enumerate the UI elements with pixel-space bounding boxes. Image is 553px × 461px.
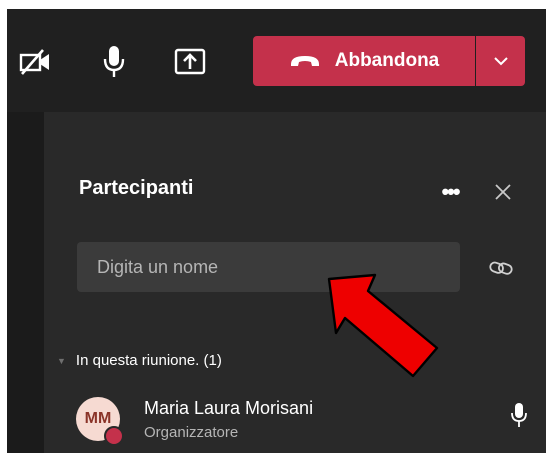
section-label: In questa riunione. (1): [75, 352, 222, 369]
microphone-toggle-button[interactable]: [99, 42, 129, 82]
copy-link-button[interactable]: [488, 257, 514, 279]
participant-row[interactable]: MM Maria Laura Morisani Organizzatore: [76, 394, 546, 450]
microphone-icon: [511, 403, 527, 427]
teams-meeting-window: Abbandona Partecipanti ••• ▼ In qu: [7, 9, 546, 453]
share-screen-button[interactable]: [172, 46, 208, 78]
leave-options-button[interactable]: [476, 36, 525, 86]
share-screen-icon: [174, 48, 206, 75]
camera-off-icon: [19, 49, 49, 75]
participant-mic-indicator: [510, 402, 528, 433]
more-options-button[interactable]: •••: [434, 181, 466, 203]
panel-title: Partecipanti: [79, 177, 194, 199]
leave-button[interactable]: Abbandona: [253, 36, 475, 86]
collapse-caret-icon: ▼: [57, 355, 66, 366]
meeting-toolbar: Abbandona: [7, 9, 546, 112]
participant-role: Organizzatore: [144, 424, 239, 441]
hang-up-icon: [290, 56, 319, 66]
microphone-icon: [103, 46, 125, 77]
meeting-stage: [7, 112, 44, 453]
in-meeting-section-header[interactable]: ▼ In questa riunione. (1): [57, 352, 222, 369]
camera-toggle-button[interactable]: [15, 45, 55, 79]
chevron-down-icon: [493, 57, 508, 66]
participant-name: Maria Laura Morisani: [144, 398, 314, 418]
copy-link-icon: [489, 261, 513, 275]
participants-panel: Partecipanti ••• ▼ In questa riunione. (…: [44, 112, 546, 453]
close-icon: [495, 184, 511, 200]
search-input[interactable]: [77, 242, 460, 292]
leave-button-label: Abbandona: [334, 50, 440, 71]
close-panel-button[interactable]: [490, 179, 516, 205]
busy-status-icon: [104, 426, 124, 446]
